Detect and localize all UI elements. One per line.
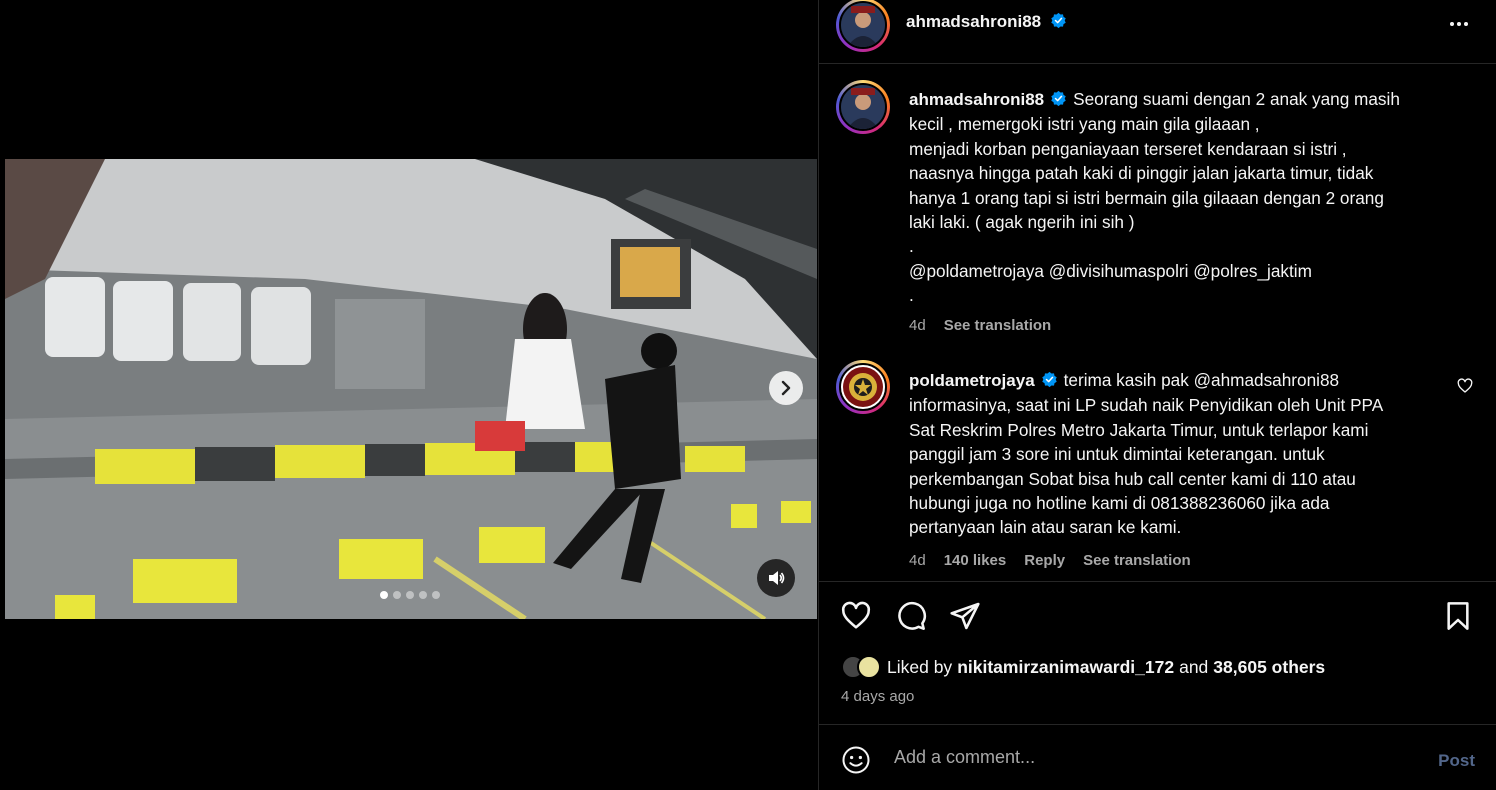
comment-username[interactable]: poldametrojaya bbox=[909, 371, 1035, 390]
comment-line: hubungi juga no hotline kami di 08138823… bbox=[909, 493, 1330, 514]
post-comment-button[interactable]: Post bbox=[1438, 751, 1475, 771]
comment-line: pertanyaan lain atau saran ke kami. bbox=[909, 517, 1182, 538]
carousel-dot bbox=[406, 591, 414, 599]
caption-username[interactable]: ahmadsahroni88 bbox=[909, 90, 1044, 109]
post-panel: ahmadsahroni88 ahmadsahroni88 Seorang su… bbox=[818, 0, 1496, 790]
share-button[interactable] bbox=[949, 600, 981, 637]
video-frame-image bbox=[5, 159, 817, 619]
caption: ahmadsahroni88 Seorang suami dengan 2 ana… bbox=[909, 87, 1449, 338]
comment-reply-button[interactable]: Reply bbox=[1024, 549, 1065, 573]
caption-line: naasnya hingga patah kaki di pinggir jal… bbox=[909, 163, 1374, 184]
add-comment-bar: Post bbox=[819, 724, 1496, 790]
mute-toggle-button[interactable] bbox=[757, 559, 795, 597]
author-username[interactable]: ahmadsahroni88 bbox=[906, 12, 1041, 31]
emoji-smile-icon bbox=[842, 746, 870, 774]
paper-plane-icon bbox=[950, 602, 980, 630]
comment-likes[interactable]: 140 likes bbox=[944, 549, 1007, 573]
next-media-button[interactable] bbox=[769, 371, 803, 405]
caption-line: ahmadsahroni88 Seorang suami dengan 2 ana… bbox=[909, 89, 1400, 109]
media-area bbox=[0, 0, 818, 790]
comment-input[interactable] bbox=[894, 747, 1394, 768]
carousel-dot bbox=[419, 591, 427, 599]
emoji-button[interactable] bbox=[841, 745, 871, 780]
caption-line: hanya 1 orang tapi si istri bermain gila… bbox=[909, 187, 1384, 208]
comment-bubble-icon bbox=[898, 601, 927, 630]
post-header: ahmadsahroni88 bbox=[819, 0, 1496, 64]
save-button[interactable] bbox=[1442, 600, 1474, 637]
carousel-dot bbox=[432, 591, 440, 599]
caption-author-photo bbox=[841, 85, 885, 129]
comment-like-button[interactable] bbox=[1457, 378, 1473, 399]
liker-avatar bbox=[857, 655, 881, 679]
more-options-button[interactable] bbox=[1447, 12, 1471, 41]
caption-meta: 4d See translation bbox=[909, 314, 1449, 338]
comment: poldametrojaya terima kasih pak @ahmadsah… bbox=[909, 368, 1449, 573]
verified-badge-icon bbox=[1051, 90, 1066, 107]
caption-line: . bbox=[909, 236, 914, 257]
comment-time[interactable]: 4d bbox=[909, 549, 926, 573]
caption-see-translation[interactable]: See translation bbox=[944, 314, 1052, 338]
verified-badge-icon bbox=[1050, 12, 1066, 29]
caption-line: kecil , memergoki istri yang main gila g… bbox=[909, 114, 1260, 135]
comment-line: informasinya, saat ini LP sudah naik Pen… bbox=[909, 395, 1384, 416]
carousel-dot bbox=[380, 591, 388, 599]
more-horizontal-icon bbox=[1450, 22, 1468, 26]
heart-outline-icon bbox=[841, 601, 871, 629]
carousel-indicator bbox=[380, 591, 440, 599]
author-avatar[interactable] bbox=[836, 0, 890, 52]
commenter-avatar[interactable] bbox=[836, 360, 890, 414]
comment-meta: 4d 140 likes Reply See translation bbox=[909, 549, 1449, 573]
author-name-group: ahmadsahroni88 bbox=[906, 12, 1067, 32]
caption-line: . bbox=[909, 285, 914, 306]
caption-mentions[interactable]: @poldametrojaya @divisihumaspolri @polre… bbox=[909, 259, 1449, 283]
like-button[interactable] bbox=[840, 600, 872, 637]
liked-by-user[interactable]: nikitamirzanimawardi_172 bbox=[957, 657, 1174, 678]
chevron-right-icon bbox=[781, 380, 791, 396]
heart-outline-icon bbox=[1457, 378, 1473, 393]
post-timestamp[interactable]: 4 days ago bbox=[841, 688, 914, 705]
post-video[interactable] bbox=[5, 159, 817, 619]
comment-button[interactable] bbox=[895, 600, 927, 637]
bookmark-icon bbox=[1447, 602, 1469, 630]
liked-by-label: Liked by bbox=[887, 656, 953, 677]
caption-line: menjadi korban penganiayaan terseret ken… bbox=[909, 138, 1347, 159]
comment-see-translation[interactable]: See translation bbox=[1083, 549, 1191, 573]
comment-line: poldametrojaya terima kasih pak @ahmadsah… bbox=[909, 370, 1340, 390]
post-actions bbox=[819, 600, 1496, 634]
caption-line: laki laki. ( agak ngerih ini sih ) bbox=[909, 212, 1135, 233]
comment-line: Sat Reskrim Polres Metro Jakarta Timur, … bbox=[909, 419, 1369, 440]
carousel-dot bbox=[393, 591, 401, 599]
speaker-icon bbox=[769, 571, 785, 585]
author-photo bbox=[841, 3, 885, 47]
comment-line: perkembangan Sobat bisa hub call center … bbox=[909, 468, 1356, 489]
liked-by-others[interactable]: 38,605 others bbox=[1213, 657, 1325, 678]
caption-time[interactable]: 4d bbox=[909, 314, 926, 338]
verified-badge-icon bbox=[1041, 371, 1057, 388]
police-logo-icon bbox=[843, 367, 883, 407]
likes-summary: Liked by nikitamirzanimawardi_172 and 38… bbox=[841, 655, 1325, 679]
comment-line: panggil jam 3 sore ini untuk dimintai ke… bbox=[909, 444, 1325, 465]
liked-by-conj: and bbox=[1179, 656, 1209, 677]
caption-avatar[interactable] bbox=[836, 80, 890, 134]
comments-section: ahmadsahroni88 Seorang suami dengan 2 ana… bbox=[819, 64, 1496, 582]
